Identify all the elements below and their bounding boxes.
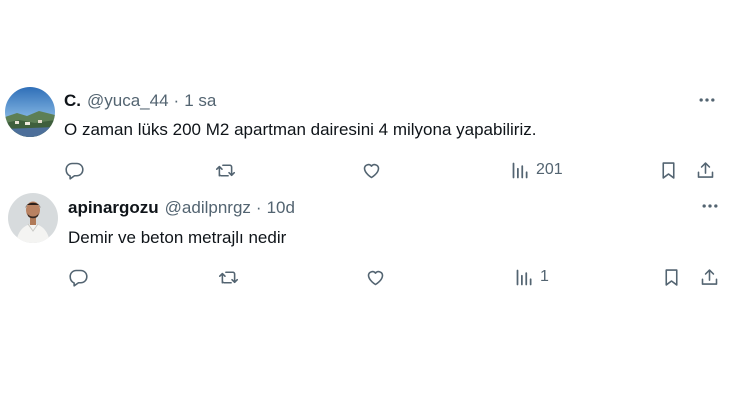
separator: · xyxy=(255,198,262,217)
views-count: 201 xyxy=(536,161,563,178)
share-button[interactable] xyxy=(695,157,716,183)
tweet-text: O zaman lüks 200 M2 apartman dairesini 4… xyxy=(64,120,537,139)
retweet-button[interactable] xyxy=(215,157,236,183)
tweet-text: Demir ve beton metrajlı nedir xyxy=(68,228,287,247)
reply-icon xyxy=(69,269,88,287)
retweet-icon xyxy=(218,270,239,284)
reply-button[interactable] xyxy=(68,264,89,290)
heart-icon xyxy=(363,163,380,178)
avatar[interactable] xyxy=(8,193,58,243)
like-button[interactable] xyxy=(361,157,382,183)
share-button[interactable] xyxy=(699,264,720,290)
tweet-actions: 1 xyxy=(0,264,730,290)
display-name[interactable]: C. xyxy=(64,91,81,111)
separator: · xyxy=(173,91,180,110)
more-options-button[interactable] xyxy=(699,195,721,217)
views-count: 1 xyxy=(540,268,549,285)
bookmark-icon xyxy=(662,161,675,179)
avatar-landscape-image xyxy=(5,87,55,137)
reply-button[interactable] xyxy=(64,157,85,183)
bookmark-button[interactable] xyxy=(661,264,682,290)
bookmark-button[interactable] xyxy=(658,157,679,183)
handle[interactable]: @adilpnrgz xyxy=(165,198,251,218)
handle[interactable]: @yuca_44 xyxy=(87,91,169,111)
like-button[interactable] xyxy=(365,264,386,290)
share-icon xyxy=(697,161,714,178)
display-name[interactable]: apinargozu xyxy=(68,198,159,218)
tweet-header: C. @yuca_44 · 1 sa xyxy=(64,91,216,111)
heart-icon xyxy=(367,270,384,285)
retweet-button[interactable] xyxy=(218,264,239,290)
more-icon xyxy=(699,98,715,102)
avatar[interactable] xyxy=(5,87,55,137)
views-chart-icon xyxy=(512,162,528,178)
bookmark-icon xyxy=(665,268,678,286)
views-button[interactable]: 201 xyxy=(510,157,563,183)
avatar-person-image xyxy=(8,193,58,243)
tweet-actions: 201 xyxy=(0,157,730,183)
views-button[interactable]: 1 xyxy=(514,264,549,290)
share-icon xyxy=(701,268,718,285)
reply-icon xyxy=(65,162,84,180)
more-options-button[interactable] xyxy=(696,89,718,111)
timestamp[interactable]: 10d xyxy=(267,198,295,218)
views-chart-icon xyxy=(516,269,532,285)
timestamp[interactable]: 1 sa xyxy=(184,91,216,111)
retweet-icon xyxy=(215,163,236,177)
more-icon xyxy=(702,204,718,208)
tweet-header: apinargozu @adilpnrgz · 10d xyxy=(68,198,295,218)
